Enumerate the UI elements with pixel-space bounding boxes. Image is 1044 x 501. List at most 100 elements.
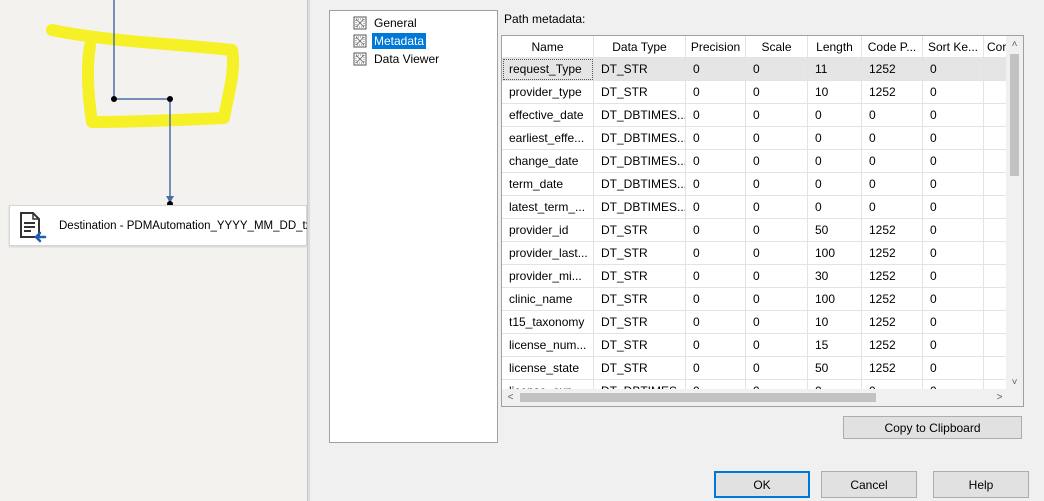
table-cell[interactable]: DT_DBTIMES... [594,127,686,150]
table-cell[interactable]: 0 [808,127,862,150]
copy-to-clipboard-button[interactable]: Copy to Clipboard [843,416,1022,439]
table-cell[interactable]: 0 [686,242,746,265]
table-row[interactable]: latest_term_... DT_DBTIMES... 0 0 0 0 0 [502,196,1008,219]
table-cell[interactable]: 0 [686,219,746,242]
table-cell[interactable]: 0 [686,173,746,196]
table-cell[interactable]: latest_term_... [502,196,594,219]
table-cell[interactable] [984,127,1008,150]
table-cell[interactable]: DT_STR [594,242,686,265]
vertical-scrollbar[interactable]: ˄ ˅ [1006,36,1023,391]
table-cell[interactable]: 0 [686,81,746,104]
table-cell[interactable]: 0 [862,196,923,219]
table-cell[interactable]: 0 [686,311,746,334]
table-cell[interactable]: 0 [808,104,862,127]
table-cell[interactable]: DT_DBTIMES... [594,150,686,173]
table-cell[interactable]: 1252 [862,58,923,81]
nav-item-general[interactable]: General [352,15,419,31]
table-cell[interactable]: 50 [808,357,862,380]
table-row[interactable]: license_num... DT_STR 0 0 15 1252 0 [502,334,1008,357]
table-cell[interactable]: 0 [746,265,808,288]
nav-item-data-viewer[interactable]: Data Viewer [352,51,441,67]
table-cell[interactable] [984,265,1008,288]
table-cell[interactable]: 11 [808,58,862,81]
table-cell[interactable]: 0 [746,242,808,265]
table-cell[interactable]: DT_STR [594,311,686,334]
column-header[interactable]: Code P... [862,36,923,58]
table-cell[interactable]: 0 [746,288,808,311]
table-cell[interactable]: 10 [808,311,862,334]
table-cell[interactable]: 0 [923,58,984,81]
column-header[interactable]: Cor [984,36,1008,58]
table-cell[interactable]: t15_taxonomy [502,311,594,334]
table-cell[interactable]: 1252 [862,265,923,288]
table-cell[interactable]: provider_type [502,81,594,104]
table-row[interactable]: term_date DT_DBTIMES... 0 0 0 0 0 [502,173,1008,196]
column-header[interactable]: Length [808,36,862,58]
table-cell[interactable]: DT_STR [594,219,686,242]
table-row[interactable]: clinic_name DT_STR 0 0 100 1252 0 [502,288,1008,311]
table-cell[interactable]: 0 [923,288,984,311]
table-cell[interactable]: 0 [923,150,984,173]
table-cell[interactable]: 1252 [862,311,923,334]
table-cell[interactable]: DT_STR [594,334,686,357]
table-cell[interactable]: 100 [808,288,862,311]
table-cell[interactable]: 50 [808,219,862,242]
table-cell[interactable]: 0 [808,196,862,219]
table-cell[interactable]: 0 [686,288,746,311]
table-cell[interactable]: license_state [502,357,594,380]
column-header[interactable]: Sort Ke... [923,36,984,58]
table-cell[interactable]: 30 [808,265,862,288]
table-cell[interactable]: 0 [746,219,808,242]
table-cell[interactable]: 0 [686,196,746,219]
table-cell[interactable]: 0 [923,104,984,127]
table-cell[interactable]: 0 [923,173,984,196]
table-cell[interactable]: DT_STR [594,81,686,104]
table-cell[interactable]: 0 [746,196,808,219]
table-cell[interactable] [984,288,1008,311]
table-cell[interactable]: 0 [923,219,984,242]
table-cell[interactable]: provider_id [502,219,594,242]
table-cell[interactable]: 0 [923,196,984,219]
table-cell[interactable] [984,150,1008,173]
table-cell[interactable]: DT_DBTIMES... [594,173,686,196]
scroll-left-icon[interactable]: ˂ [502,389,519,406]
table-cell[interactable]: 0 [746,127,808,150]
table-cell[interactable]: effective_date [502,104,594,127]
table-cell[interactable]: 1252 [862,219,923,242]
data-flow-canvas[interactable]: Destination - PDMAutomation_YYYY_MM_DD_t… [0,0,310,501]
table-cell[interactable]: change_date [502,150,594,173]
table-cell[interactable]: 0 [923,311,984,334]
table-cell[interactable]: 0 [862,150,923,173]
table-cell[interactable]: 0 [746,311,808,334]
column-header[interactable]: Name [502,36,594,58]
table-cell[interactable] [984,81,1008,104]
table-cell[interactable]: earliest_effe... [502,127,594,150]
table-cell[interactable]: 0 [686,150,746,173]
table-cell[interactable] [984,357,1008,380]
table-cell[interactable]: 0 [923,265,984,288]
table-cell[interactable]: 0 [808,150,862,173]
table-row[interactable]: t15_taxonomy DT_STR 0 0 10 1252 0 [502,311,1008,334]
table-row[interactable]: license_state DT_STR 0 0 50 1252 0 [502,357,1008,380]
table-cell[interactable]: 0 [862,127,923,150]
table-cell[interactable]: 0 [686,265,746,288]
table-row[interactable]: provider_id DT_STR 0 0 50 1252 0 [502,219,1008,242]
scroll-up-icon[interactable]: ˄ [1006,36,1023,53]
column-header[interactable]: Scale [746,36,808,58]
table-row[interactable]: effective_date DT_DBTIMES... 0 0 0 0 0 [502,104,1008,127]
table-cell[interactable]: 0 [686,334,746,357]
table-cell[interactable]: 1252 [862,334,923,357]
table-cell[interactable]: 0 [746,104,808,127]
metadata-grid[interactable]: Name Data Type Precision Scale Length Code P.… [501,35,1024,407]
table-cell[interactable]: DT_STR [594,288,686,311]
table-cell[interactable]: 0 [746,357,808,380]
column-header[interactable]: Data Type [594,36,686,58]
column-header[interactable]: Precision [686,36,746,58]
table-cell[interactable]: 0 [808,173,862,196]
table-cell[interactable]: 0 [862,104,923,127]
table-cell[interactable]: clinic_name [502,288,594,311]
table-cell[interactable] [984,311,1008,334]
table-cell[interactable]: DT_DBTIMES... [594,196,686,219]
table-cell[interactable]: 0 [746,81,808,104]
cancel-button[interactable]: Cancel [821,471,917,498]
